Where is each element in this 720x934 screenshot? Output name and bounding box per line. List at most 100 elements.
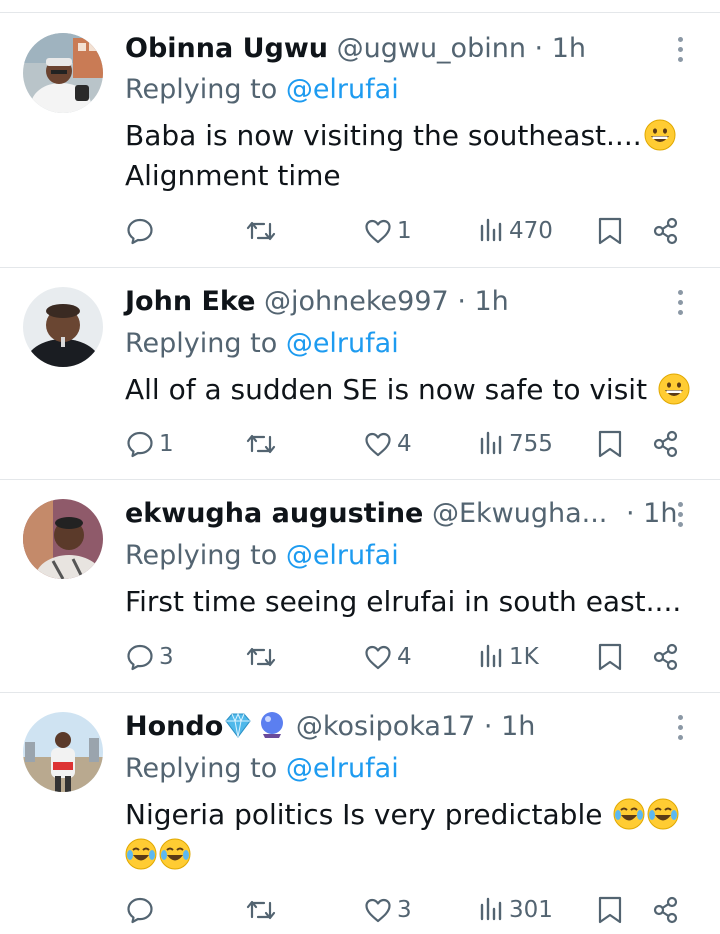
more-icon[interactable] bbox=[670, 285, 690, 319]
more-icon[interactable] bbox=[670, 32, 690, 66]
heart-icon bbox=[365, 898, 391, 923]
more-icon[interactable] bbox=[670, 497, 690, 531]
share-button[interactable] bbox=[652, 424, 680, 464]
separator-dot: · bbox=[483, 711, 493, 742]
reply-button[interactable]: 3 bbox=[125, 637, 174, 677]
author-handle[interactable]: @ugwu_obinn bbox=[337, 33, 526, 64]
share-icon bbox=[653, 896, 678, 924]
share-button[interactable] bbox=[652, 890, 680, 930]
mention-link[interactable]: @elrufai bbox=[286, 540, 399, 571]
tears-of-joy-emoji-icon bbox=[613, 798, 645, 830]
tears-of-joy-emoji-icon bbox=[647, 798, 679, 830]
timestamp[interactable]: 1h bbox=[475, 286, 509, 317]
tweet-header: Obinna Ugwu @ugwu_obinn · 1h bbox=[125, 32, 586, 66]
replying-prefix: Replying to bbox=[125, 540, 278, 571]
reply-count: 1 bbox=[159, 431, 174, 457]
replying-to: Replying to @elrufai bbox=[125, 73, 399, 107]
tweet-header: ekwugha augustine @Ekwugha... · 1h bbox=[125, 497, 677, 531]
mention-link[interactable]: @elrufai bbox=[286, 74, 399, 105]
reply-button[interactable] bbox=[125, 890, 159, 930]
reply-button[interactable]: 1 bbox=[125, 424, 174, 464]
view-count: 301 bbox=[509, 897, 553, 923]
views-button[interactable]: 755 bbox=[479, 424, 553, 464]
tweet-4[interactable]: Hondo @kosipoka17 · 1h Replying to @elru… bbox=[0, 693, 720, 934]
views-button[interactable]: 1K bbox=[479, 637, 539, 677]
like-button[interactable]: 1 bbox=[363, 211, 412, 251]
reply-icon bbox=[127, 218, 153, 245]
grinning-emoji-icon bbox=[644, 119, 676, 151]
bookmark-button[interactable] bbox=[597, 424, 623, 464]
avatar-image bbox=[23, 33, 103, 113]
tweet-actions: 3 301 bbox=[0, 890, 720, 930]
tweet-1[interactable]: Obinna Ugwu @ugwu_obinn · 1h Replying to… bbox=[0, 13, 720, 268]
reply-icon bbox=[127, 431, 153, 458]
author-handle[interactable]: @Ekwugha... bbox=[432, 498, 607, 529]
avatar-image bbox=[23, 287, 103, 367]
retweet-icon bbox=[246, 900, 276, 920]
replying-to: Replying to @elrufai bbox=[125, 539, 399, 573]
author-handle[interactable]: @kosipoka17 bbox=[296, 711, 475, 742]
tweet-2[interactable]: John Eke @johneke997 · 1h Replying to @e… bbox=[0, 268, 720, 480]
like-count: 4 bbox=[397, 431, 412, 457]
tweet-header: John Eke @johneke997 · 1h bbox=[125, 285, 509, 319]
mention-link[interactable]: @elrufai bbox=[286, 753, 399, 784]
timestamp[interactable]: 1h bbox=[501, 711, 535, 742]
tweet-text-line: Alignment time bbox=[125, 159, 341, 192]
like-count: 3 bbox=[397, 897, 412, 923]
mention-link[interactable]: @elrufai bbox=[286, 328, 399, 359]
views-button[interactable]: 470 bbox=[479, 211, 553, 251]
bookmark-button[interactable] bbox=[597, 637, 623, 677]
views-icon bbox=[480, 897, 502, 921]
replying-prefix: Replying to bbox=[125, 328, 278, 359]
avatar-image bbox=[23, 712, 103, 792]
like-count: 1 bbox=[397, 218, 412, 244]
tweet-text: First time seeing elrufai in south east.… bbox=[125, 582, 695, 622]
bookmark-button[interactable] bbox=[597, 890, 623, 930]
crystal-ball-emoji-icon bbox=[257, 710, 287, 740]
heart-icon bbox=[365, 645, 391, 670]
avatar[interactable] bbox=[23, 712, 103, 792]
retweet-icon bbox=[246, 221, 276, 241]
view-count: 1K bbox=[509, 644, 539, 670]
more-icon[interactable] bbox=[670, 710, 690, 744]
avatar[interactable] bbox=[23, 33, 103, 113]
share-button[interactable] bbox=[652, 637, 680, 677]
tweet-actions: 3 4 1K bbox=[0, 637, 720, 677]
retweet-button[interactable] bbox=[244, 424, 282, 464]
tweet-text-line: Baba is now visiting the southeast.... bbox=[125, 119, 642, 152]
avatar[interactable] bbox=[23, 499, 103, 579]
like-button[interactable]: 4 bbox=[363, 637, 412, 677]
author-name[interactable]: ekwugha augustine bbox=[125, 498, 423, 529]
retweet-button[interactable] bbox=[244, 637, 282, 677]
timestamp[interactable]: 1h bbox=[552, 33, 586, 64]
tweet-3[interactable]: ekwugha augustine @Ekwugha... · 1h Reply… bbox=[0, 480, 720, 693]
tweet-text: All of a sudden SE is now safe to visit bbox=[125, 370, 695, 410]
replying-prefix: Replying to bbox=[125, 753, 278, 784]
views-icon bbox=[480, 431, 502, 455]
retweet-button[interactable] bbox=[244, 211, 282, 251]
replying-to: Replying to @elrufai bbox=[125, 327, 399, 361]
reply-icon bbox=[127, 644, 153, 671]
tweet-text-line: All of a sudden SE is now safe to visit bbox=[125, 373, 648, 406]
author-name[interactable]: Hondo bbox=[125, 711, 223, 742]
tweet-text-line: Nigeria politics Is very predictable bbox=[125, 798, 603, 831]
views-button[interactable]: 301 bbox=[479, 890, 553, 930]
like-button[interactable]: 3 bbox=[363, 890, 412, 930]
replying-to: Replying to @elrufai bbox=[125, 752, 399, 786]
retweet-icon bbox=[246, 647, 276, 667]
retweet-button[interactable] bbox=[244, 890, 282, 930]
views-icon bbox=[480, 218, 502, 242]
author-name[interactable]: John Eke bbox=[125, 286, 255, 317]
author-handle[interactable]: @johneke997 bbox=[264, 286, 449, 317]
like-count: 4 bbox=[397, 644, 412, 670]
avatar[interactable] bbox=[23, 287, 103, 367]
bookmark-button[interactable] bbox=[597, 211, 623, 251]
share-button[interactable] bbox=[652, 211, 680, 251]
author-name[interactable]: Obinna Ugwu bbox=[125, 33, 328, 64]
views-icon bbox=[480, 644, 502, 668]
reply-button[interactable] bbox=[125, 211, 159, 251]
like-button[interactable]: 4 bbox=[363, 424, 412, 464]
tweet-text-line: First time seeing elrufai in south east.… bbox=[125, 585, 682, 618]
heart-icon bbox=[365, 219, 391, 244]
tears-of-joy-emoji-icon bbox=[125, 838, 157, 870]
